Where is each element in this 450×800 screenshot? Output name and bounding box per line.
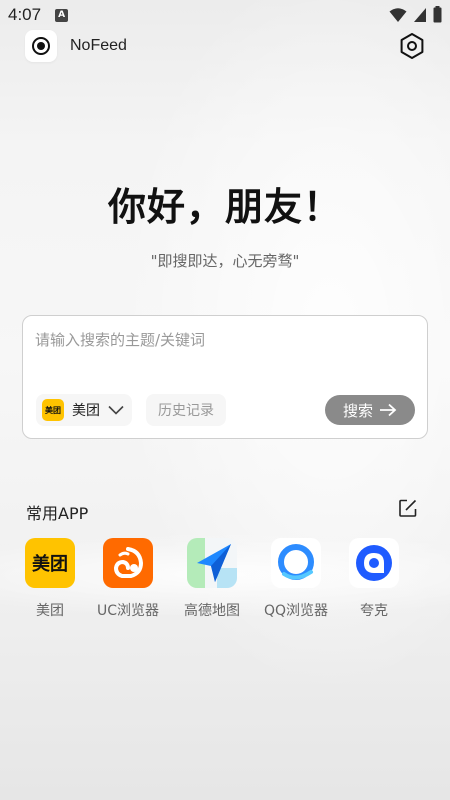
meituan-icon: 美团 (25, 538, 75, 588)
cell-signal-icon (414, 7, 426, 22)
settings-hexagon-icon (400, 33, 424, 59)
apps-row: 美团 美团 UC浏览器 高德地图 QQ浏览器 夸克 (0, 538, 450, 628)
apps-section-title: 常用APP (26, 504, 89, 523)
status-bar: 4:07 A (0, 0, 450, 30)
app-label: UC浏览器 (96, 603, 160, 619)
edit-icon (399, 499, 417, 517)
quark-icon (349, 538, 399, 588)
app-item-amap[interactable]: 高德地图 (172, 538, 252, 620)
slogan: "即搜即达，心无旁骛" (150, 252, 300, 270)
app-item-quark[interactable]: 夸克 (334, 538, 414, 620)
search-button[interactable]: 搜索 (325, 395, 415, 425)
app-item-qq-browser[interactable]: QQ浏览器 (256, 538, 336, 620)
edit-apps-button[interactable] (398, 498, 418, 518)
app-label: QQ浏览器 (263, 603, 329, 619)
top-bar: NoFeed (0, 30, 450, 64)
app-label: 高德地图 (184, 603, 240, 619)
app-title: NoFeed (70, 37, 127, 54)
app-item-meituan[interactable]: 美团 美团 (10, 538, 90, 620)
status-time: 4:07 (8, 5, 42, 24)
search-input[interactable] (35, 328, 415, 352)
search-engine-select[interactable]: 美团 美团 (36, 394, 132, 426)
battery-icon (433, 6, 442, 23)
record-icon (32, 37, 50, 55)
search-button-label: 搜索 (342, 401, 373, 420)
app-label: 美团 (36, 603, 64, 619)
amap-icon (187, 538, 237, 588)
chevron-down-icon (108, 405, 124, 415)
qq-browser-icon (271, 538, 321, 588)
notification-icon: A (55, 8, 69, 22)
status-indicators (389, 6, 442, 23)
search-engine-label: 美团 (72, 403, 100, 419)
app-logo[interactable] (25, 30, 57, 62)
app-label: 夸克 (360, 603, 388, 619)
meituan-icon: 美团 (42, 399, 64, 421)
history-button[interactable]: 历史记录 (146, 394, 226, 426)
greeting-title: 你好，朋友！ (107, 185, 342, 229)
wifi-icon (389, 7, 407, 22)
app-item-uc-browser[interactable]: UC浏览器 (88, 538, 168, 620)
search-card: 美团 美团 历史记录 搜索 (22, 315, 428, 439)
settings-button[interactable] (398, 32, 426, 60)
uc-browser-icon (103, 538, 153, 588)
arrow-right-icon (380, 403, 397, 417)
